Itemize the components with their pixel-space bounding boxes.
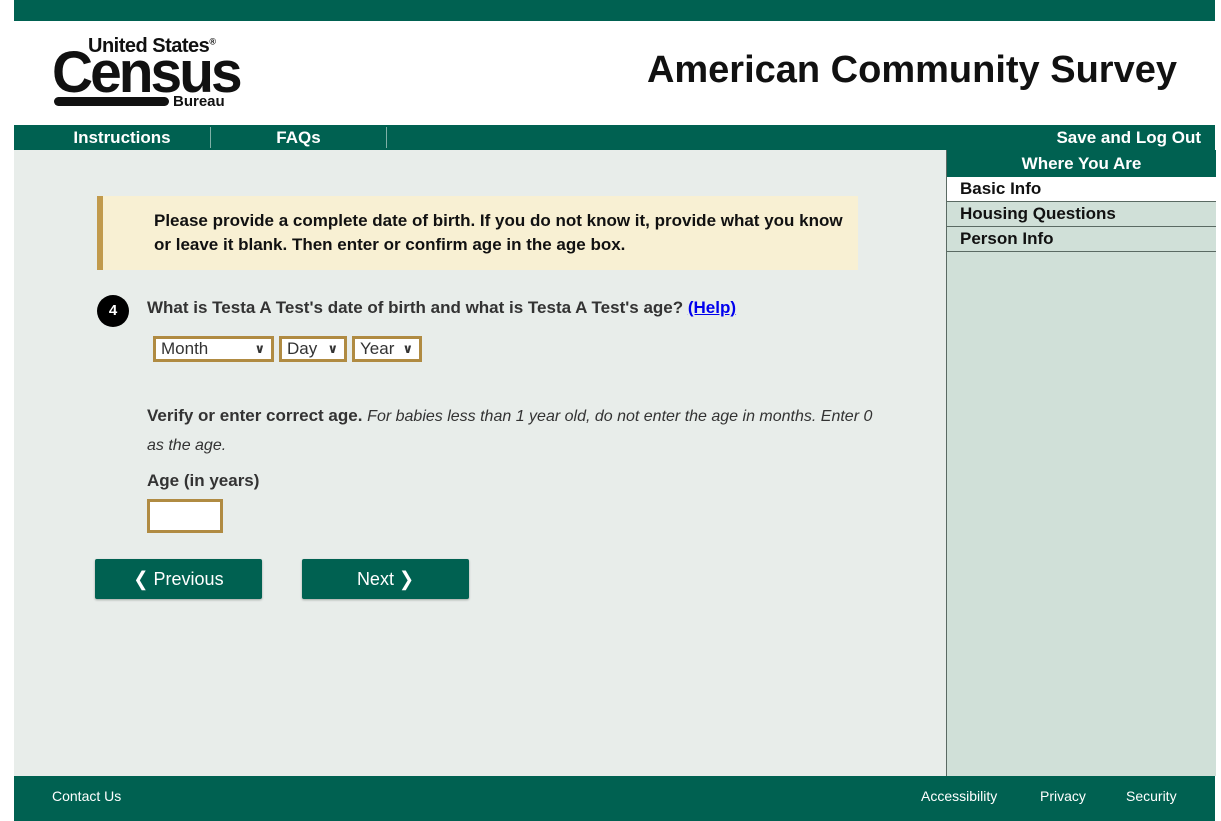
nav-divider bbox=[386, 127, 387, 148]
nav-save-logout[interactable]: Save and Log Out bbox=[1056, 125, 1201, 150]
chevron-left-icon: ❮ bbox=[133, 568, 149, 590]
footer-contact-us[interactable]: Contact Us bbox=[52, 776, 121, 816]
footer-accessibility[interactable]: Accessibility bbox=[921, 776, 997, 816]
day-select[interactable]: Day ∨ bbox=[279, 336, 347, 362]
sidebar-item-housing-questions[interactable]: Housing Questions bbox=[947, 202, 1216, 227]
footer-privacy[interactable]: Privacy bbox=[1040, 776, 1086, 816]
chevron-down-icon: ∨ bbox=[327, 341, 338, 356]
month-select-value: Month bbox=[161, 339, 209, 358]
nav-bar: Instructions FAQs Save and Log Out bbox=[14, 125, 1215, 150]
previous-button-label: Previous bbox=[153, 569, 224, 589]
chevron-right-icon: ❯ bbox=[398, 568, 415, 590]
next-button[interactable]: Next ❯ bbox=[302, 559, 469, 599]
verify-age-instructions: Verify or enter correct age. For babies … bbox=[147, 402, 887, 460]
header: United States® Census Bureau American Co… bbox=[14, 21, 1215, 125]
top-bar bbox=[14, 0, 1215, 21]
where-you-are-sidebar: Where You Are Basic Info Housing Questio… bbox=[946, 150, 1216, 776]
year-select-value: Year bbox=[360, 339, 395, 358]
next-button-label: Next bbox=[356, 569, 394, 589]
verify-bold: Verify or enter correct age. bbox=[147, 406, 363, 425]
survey-window: United States® Census Bureau American Co… bbox=[14, 0, 1216, 821]
chevron-down-icon: ∨ bbox=[254, 341, 265, 356]
sidebar-item-basic-info[interactable]: Basic Info bbox=[947, 177, 1216, 202]
nav-instructions[interactable]: Instructions bbox=[32, 125, 212, 150]
day-select-value: Day bbox=[287, 339, 318, 358]
main-content: Please provide a complete date of birth.… bbox=[14, 150, 946, 776]
logo-bar bbox=[54, 97, 169, 106]
sidebar-heading: Where You Are bbox=[947, 150, 1216, 177]
logo-line3: Bureau bbox=[173, 93, 225, 110]
question-text: What is Testa A Test's date of birth and… bbox=[147, 298, 684, 317]
sidebar-item-person-info[interactable]: Person Info bbox=[947, 227, 1216, 252]
help-link[interactable]: (Help) bbox=[688, 298, 736, 317]
census-logo: United States® Census Bureau bbox=[52, 35, 243, 111]
age-input[interactable] bbox=[147, 499, 223, 533]
nav-faqs[interactable]: FAQs bbox=[211, 125, 386, 150]
question-text-row: What is Testa A Test's date of birth and… bbox=[147, 298, 736, 318]
page-title: American Community Survey bbox=[646, 49, 1177, 91]
footer: Contact Us Accessibility Privacy Securit… bbox=[14, 776, 1215, 821]
year-select[interactable]: Year ∨ bbox=[352, 336, 422, 362]
chevron-down-icon: ∨ bbox=[402, 341, 413, 356]
month-select[interactable]: Month ∨ bbox=[153, 336, 274, 362]
footer-security[interactable]: Security bbox=[1126, 776, 1177, 816]
age-label: Age (in years) bbox=[147, 471, 260, 490]
previous-button[interactable]: ❮ Previous bbox=[95, 559, 262, 599]
instruction-notice: Please provide a complete date of birth.… bbox=[97, 196, 858, 270]
question-number: 4 bbox=[97, 295, 129, 327]
